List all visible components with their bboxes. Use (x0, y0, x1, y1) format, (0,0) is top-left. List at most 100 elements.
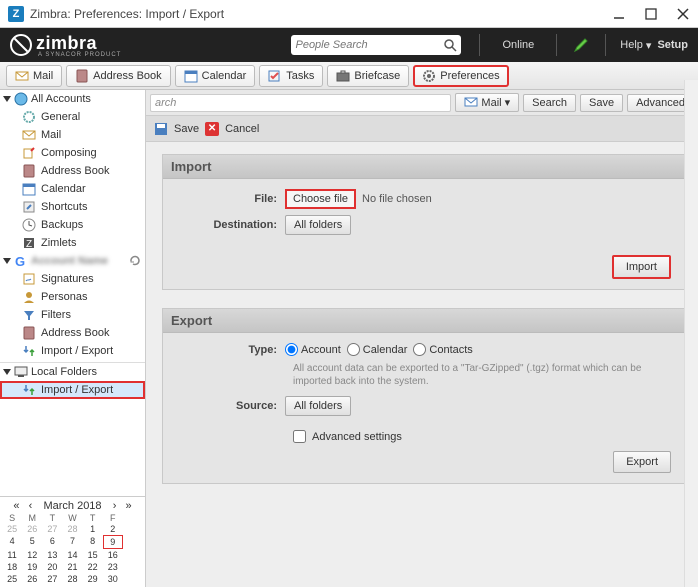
cal-day[interactable]: 11 (2, 549, 22, 561)
sidebar-item-shortcuts[interactable]: Shortcuts (0, 198, 145, 216)
sidebar-item-backups[interactable]: Backups (0, 216, 145, 234)
people-search-input[interactable] (295, 39, 443, 51)
advanced-settings-checkbox[interactable] (293, 430, 306, 443)
signature-icon (22, 272, 36, 286)
sidebar-item-import-export[interactable]: Import / Export (0, 342, 145, 360)
zimlet-icon: Z (22, 236, 36, 250)
sidebar-item-mail[interactable]: Mail (0, 126, 145, 144)
vertical-scrollbar[interactable] (684, 90, 698, 587)
calendar-icon (184, 69, 198, 83)
cal-day[interactable]: 25 (2, 523, 22, 535)
cal-day[interactable]: 19 (22, 561, 42, 573)
window-close-button[interactable] (676, 7, 690, 21)
globe-icon (14, 92, 28, 106)
destination-label: Destination: (177, 219, 285, 231)
search-icon[interactable] (443, 38, 457, 52)
cal-day[interactable]: 14 (62, 549, 82, 561)
cal-day[interactable]: 30 (103, 573, 123, 585)
cal-day[interactable]: 8 (83, 535, 103, 549)
cal-next-year[interactable]: » (124, 500, 134, 512)
setup-link[interactable]: Setup (657, 39, 688, 51)
destination-picker[interactable]: All folders (285, 215, 351, 235)
sidebar-item-address-book[interactable]: Address Book (0, 162, 145, 180)
cal-day[interactable]: 28 (62, 573, 82, 585)
search-button[interactable]: Search (523, 94, 576, 112)
tab-preferences[interactable]: Preferences (413, 65, 508, 87)
tab-mail[interactable]: Mail (6, 65, 62, 87)
cal-day[interactable]: 2 (103, 523, 123, 535)
source-picker[interactable]: All folders (285, 396, 351, 416)
export-button[interactable]: Export (613, 451, 671, 473)
cal-day[interactable]: 1 (83, 523, 103, 535)
mini-calendar: « ‹ March 2018 › » SMTWTF252627281245678… (0, 496, 145, 587)
cal-prev-month[interactable]: ‹ (25, 500, 35, 512)
refresh-icon[interactable] (128, 254, 142, 268)
sidebar-item-zimlets[interactable]: ZZimlets (0, 234, 145, 252)
cal-day[interactable]: 18 (2, 561, 22, 573)
choose-file-button[interactable]: Choose file (285, 189, 356, 209)
cal-day[interactable]: 26 (22, 573, 42, 585)
sidebar-all-accounts[interactable]: All Accounts (0, 90, 145, 108)
type-contacts-radio[interactable]: Contacts (413, 343, 472, 356)
cal-dow: T (42, 513, 62, 523)
tab-address-book[interactable]: Address Book (66, 65, 170, 87)
search-in-menu[interactable]: Mail▾ (455, 93, 519, 112)
window-minimize-button[interactable] (612, 7, 626, 21)
sidebar-item-signatures[interactable]: Signatures (0, 270, 145, 288)
tab-calendar[interactable]: Calendar (175, 65, 256, 87)
tab-tasks[interactable]: Tasks (259, 65, 323, 87)
presence-status[interactable]: Online (502, 39, 534, 51)
sidebar-item-personas[interactable]: Personas (0, 288, 145, 306)
sidebar-local-folders[interactable]: Local Folders (0, 362, 145, 381)
gear-icon (22, 110, 36, 124)
cal-dow: T (83, 513, 103, 523)
cal-day[interactable]: 20 (42, 561, 62, 573)
sidebar-item-filters[interactable]: Filters (0, 306, 145, 324)
sidebar-item-calendar[interactable]: Calendar (0, 180, 145, 198)
cal-day[interactable]: 27 (42, 573, 62, 585)
cal-day[interactable]: 21 (62, 561, 82, 573)
people-search-box[interactable] (291, 35, 461, 55)
help-menu[interactable]: Help▾ (620, 39, 651, 52)
gear-icon (422, 69, 436, 83)
sidebar-item-general[interactable]: General (0, 108, 145, 126)
sidebar-account-header[interactable]: G Account Name (0, 252, 145, 270)
cal-day[interactable]: 25 (2, 573, 22, 585)
cal-next-month[interactable]: › (110, 500, 120, 512)
cal-day[interactable]: 15 (83, 549, 103, 561)
toolbar-save-button[interactable]: Save (174, 123, 199, 135)
type-account-radio[interactable]: Account (285, 343, 341, 356)
cal-day[interactable]: 16 (103, 549, 123, 561)
address-book-icon (75, 69, 89, 83)
import-panel: Import File: Choose file No file chosen … (162, 154, 686, 290)
window-maximize-button[interactable] (644, 7, 658, 21)
sidebar-item-local-import-export[interactable]: Import / Export (0, 381, 145, 399)
cal-day[interactable]: 23 (103, 561, 123, 573)
content-search-input[interactable]: arch (150, 94, 451, 112)
sidebar-item-composing[interactable]: Composing (0, 144, 145, 162)
cal-day[interactable]: 5 (22, 535, 42, 549)
cal-day[interactable]: 22 (83, 561, 103, 573)
brand-subtitle: A SYNACOR PRODUCT (38, 52, 121, 58)
cal-day[interactable]: 13 (42, 549, 62, 561)
type-calendar-radio[interactable]: Calendar (347, 343, 408, 356)
import-button[interactable]: Import (612, 255, 671, 279)
briefcase-icon (336, 69, 350, 83)
pen-icon[interactable] (573, 37, 589, 53)
cal-day[interactable]: 26 (22, 523, 42, 535)
cal-day[interactable]: 28 (62, 523, 82, 535)
search-save-button[interactable]: Save (580, 94, 623, 112)
cal-prev-year[interactable]: « (11, 500, 21, 512)
import-export-icon (22, 344, 36, 358)
tab-briefcase[interactable]: Briefcase (327, 65, 409, 87)
cal-day[interactable]: 12 (22, 549, 42, 561)
cal-day[interactable]: 9 (103, 535, 123, 549)
cal-grid: SMTWTF2526272812456789111213141516181920… (2, 513, 143, 585)
cal-day[interactable]: 6 (42, 535, 62, 549)
cal-day[interactable]: 4 (2, 535, 22, 549)
cal-day[interactable]: 29 (83, 573, 103, 585)
toolbar-cancel-button[interactable]: Cancel (225, 123, 259, 135)
cal-day[interactable]: 27 (42, 523, 62, 535)
cal-day[interactable]: 7 (62, 535, 82, 549)
sidebar-item-account-address-book[interactable]: Address Book (0, 324, 145, 342)
